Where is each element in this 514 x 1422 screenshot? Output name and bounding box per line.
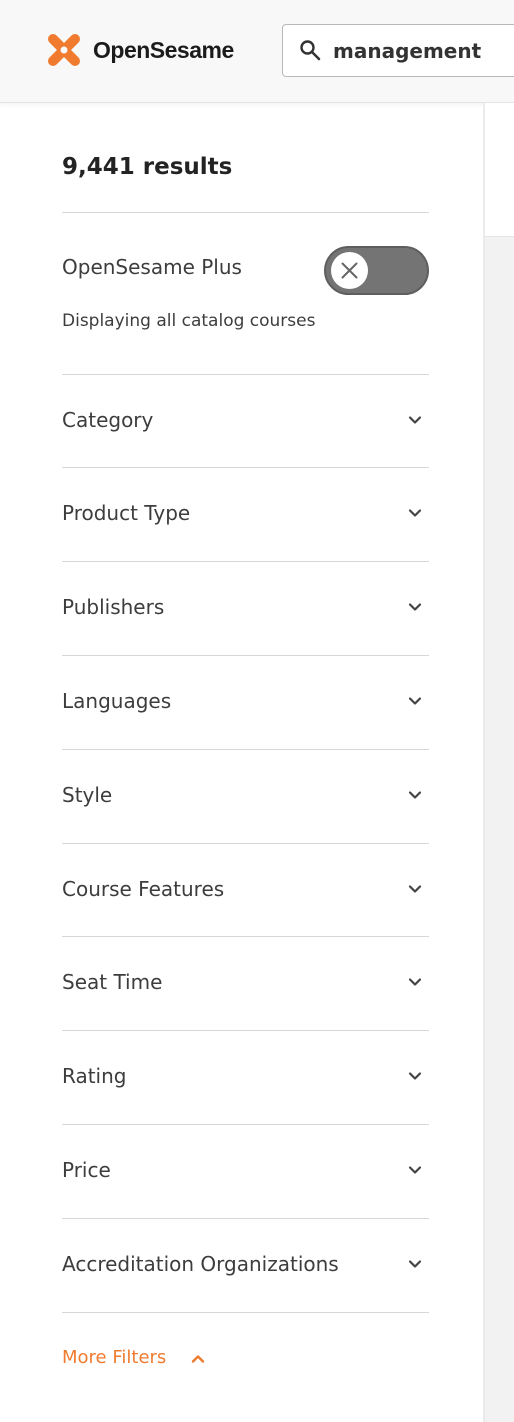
main-content-header (485, 103, 514, 236)
filter-price[interactable]: Price (62, 1142, 429, 1198)
filter-category[interactable]: Category (62, 392, 429, 448)
opensesame-plus-subtitle: Displaying all catalog courses (62, 311, 316, 331)
filter-label: Price (62, 1158, 111, 1182)
divider (62, 561, 429, 562)
divider (62, 374, 429, 375)
filter-label: Publishers (62, 595, 165, 619)
divider (62, 1312, 429, 1313)
divider (62, 212, 429, 213)
divider (62, 936, 429, 937)
filter-label: Languages (62, 689, 172, 713)
divider (62, 843, 429, 844)
chevron-down-icon (408, 603, 422, 611)
opensesame-plus-toggle[interactable] (324, 246, 429, 295)
opensesame-plus-label: OpenSesame Plus (62, 255, 242, 279)
chevron-down-icon (408, 1072, 422, 1080)
filter-rating[interactable]: Rating (62, 1048, 429, 1104)
chevron-down-icon (408, 416, 422, 424)
filter-label: Accreditation Organizations (62, 1252, 339, 1276)
divider (62, 655, 429, 656)
filter-seat-time[interactable]: Seat Time (62, 954, 429, 1010)
divider (62, 749, 429, 750)
search-box[interactable] (282, 24, 514, 77)
chevron-down-icon (408, 885, 422, 893)
chevron-down-icon (408, 509, 422, 517)
toggle-knob (331, 252, 368, 289)
chevron-down-icon (408, 1260, 422, 1268)
filter-languages[interactable]: Languages (62, 673, 429, 729)
filter-label: Category (62, 408, 154, 432)
search-input[interactable] (333, 37, 514, 65)
filter-publishers[interactable]: Publishers (62, 579, 429, 635)
top-header: OpenSesame (0, 0, 514, 103)
filter-label: Product Type (62, 501, 191, 525)
filter-label: Seat Time (62, 970, 163, 994)
divider (62, 1030, 429, 1031)
results-count: 9,441 results (62, 154, 233, 180)
filter-product-type[interactable]: Product Type (62, 485, 429, 541)
chevron-down-icon (408, 978, 422, 986)
chevron-down-icon (408, 697, 422, 705)
close-icon (341, 262, 358, 279)
filter-accreditation-organizations[interactable]: Accreditation Organizations (62, 1236, 429, 1292)
filter-label: Style (62, 783, 113, 807)
divider (62, 467, 429, 468)
main-content-area (485, 236, 514, 1422)
chevron-up-icon (191, 1355, 205, 1363)
divider (62, 1218, 429, 1219)
brand-name[interactable]: OpenSesame (93, 36, 234, 64)
filter-label: Course Features (62, 877, 225, 901)
opensesame-logo-icon[interactable] (44, 30, 84, 70)
filter-style[interactable]: Style (62, 767, 429, 823)
more-filters-label: More Filters (62, 1347, 167, 1368)
divider (62, 1124, 429, 1125)
filter-label: Rating (62, 1064, 127, 1088)
chevron-down-icon (408, 791, 422, 799)
search-icon (300, 40, 321, 61)
filter-course-features[interactable]: Course Features (62, 861, 429, 917)
chevron-down-icon (408, 1166, 422, 1174)
